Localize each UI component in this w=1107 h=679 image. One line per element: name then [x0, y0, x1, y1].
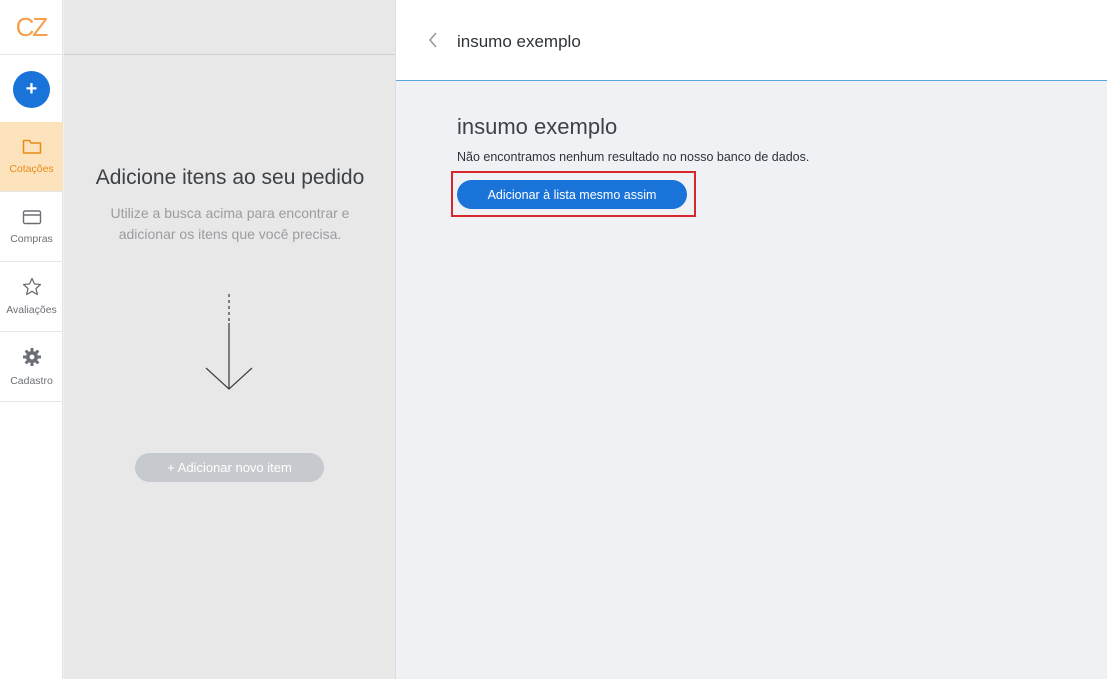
sidebar-item-label: Cadastro [10, 374, 53, 387]
sidebar-item-label: Avaliações [6, 304, 57, 316]
empty-order-subtitle: Utilize a busca acima para encontrar e a… [110, 205, 350, 242]
chevron-left-icon[interactable] [428, 31, 438, 49]
order-panel: Adicione itens ao seu pedido Utilize a b… [64, 0, 396, 679]
header-title: insumo exemplo [457, 32, 581, 51]
card-icon [22, 209, 41, 224]
sidebar: CZ + Cotações Compras Avaliações Cadastr… [0, 0, 63, 679]
arrow-down-icon [205, 294, 253, 390]
result-title: insumo exemplo [457, 114, 618, 139]
logo-text: CZ [15, 11, 49, 42]
sidebar-item-compras[interactable]: Compras [0, 192, 63, 262]
sidebar-item-cotacoes[interactable]: Cotações [0, 122, 63, 192]
star-icon [22, 277, 41, 296]
plus-icon: + [25, 78, 38, 100]
sidebar-item-cadastro[interactable]: Cadastro [0, 332, 63, 402]
gear-icon [22, 347, 41, 366]
add-anyway-button[interactable]: Adicionar à lista mesmo assim [457, 180, 687, 209]
logo[interactable]: CZ [0, 0, 62, 55]
sidebar-item-avaliacoes[interactable]: Avaliações [0, 262, 63, 332]
sidebar-item-label: Cotações [9, 163, 54, 175]
empty-order-title: Adicione itens ao seu pedido [95, 166, 365, 189]
search-bar-area[interactable] [64, 0, 395, 55]
no-results-message: Não encontramos nenhum resultado no noss… [457, 150, 810, 164]
add-new-item-button[interactable]: + Adicionar novo item [135, 453, 324, 482]
new-quote-button[interactable]: + [13, 71, 50, 108]
sidebar-item-label: Compras [10, 232, 53, 245]
folder-icon [22, 139, 41, 154]
